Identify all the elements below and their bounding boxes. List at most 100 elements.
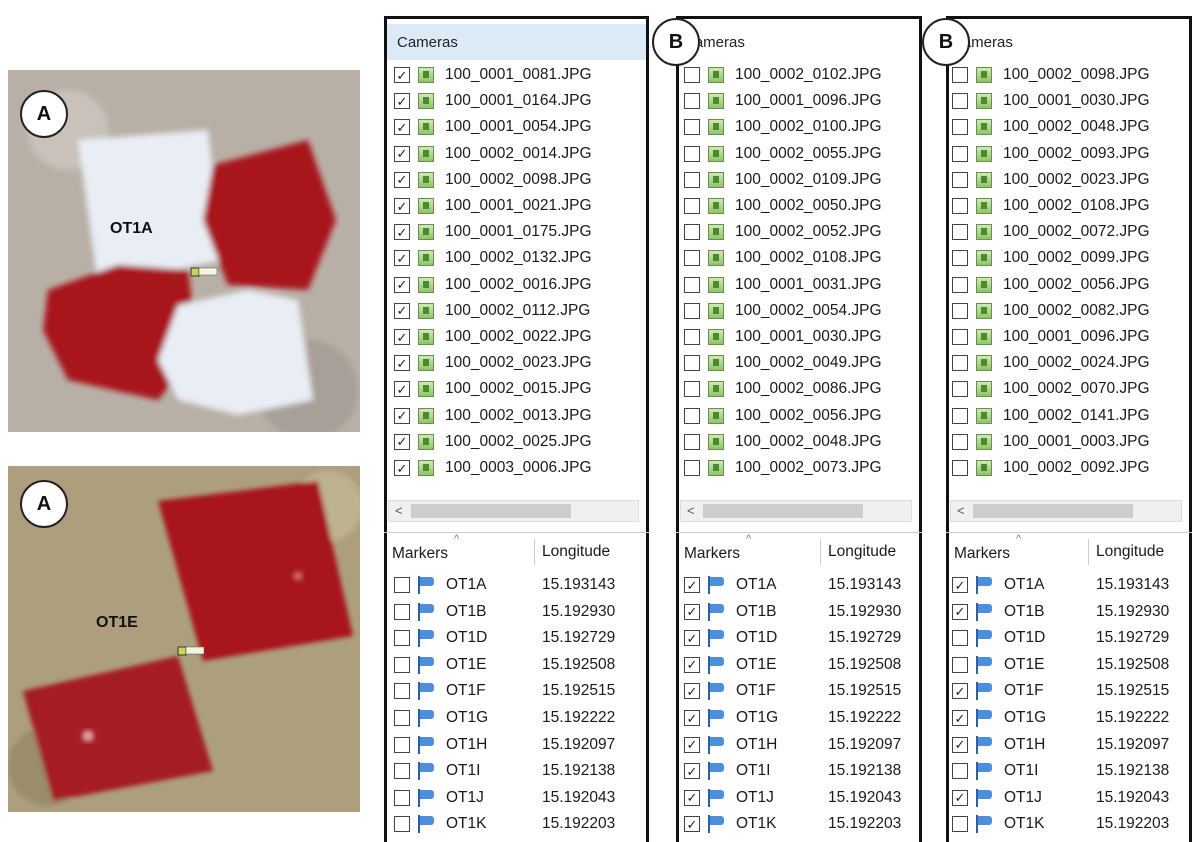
camera-row[interactable]: ✓ 100_0002_0013.JPG	[384, 403, 649, 429]
marker-row[interactable]: OT1J 15.192043	[384, 785, 649, 811]
camera-checkbox[interactable]	[684, 119, 700, 136]
camera-checkbox[interactable]: ✓	[394, 302, 410, 319]
camera-row[interactable]: ✓ 100_0001_0021.JPG	[384, 193, 649, 219]
marker-checkbox[interactable]: ✓	[684, 603, 700, 620]
camera-row[interactable]: 100_0002_0102.JPG	[676, 62, 922, 88]
camera-row[interactable]: 100_0001_0031.JPG	[676, 272, 922, 298]
marker-checkbox[interactable]	[394, 763, 410, 780]
camera-row[interactable]: 100_0002_0056.JPG	[946, 272, 1192, 298]
camera-checkbox[interactable]	[952, 93, 968, 110]
camera-row[interactable]: 100_0001_0030.JPG	[946, 88, 1192, 114]
camera-checkbox[interactable]: ✓	[394, 381, 410, 398]
camera-checkbox[interactable]	[952, 276, 968, 293]
marker-row[interactable]: ✓ OT1B 15.192930	[676, 599, 922, 625]
camera-row[interactable]: ✓ 100_0001_0081.JPG	[384, 62, 649, 88]
camera-checkbox[interactable]: ✓	[394, 433, 410, 450]
camera-row[interactable]: 100_0002_0092.JPG	[946, 455, 1192, 481]
marker-checkbox[interactable]	[394, 656, 410, 673]
camera-row[interactable]: ✓ 100_0001_0054.JPG	[384, 114, 649, 140]
camera-row[interactable]: ✓ 100_0001_0175.JPG	[384, 219, 649, 245]
marker-row[interactable]: ✓ OT1F 15.192515	[676, 678, 922, 704]
camera-row[interactable]: ✓ 100_0002_0098.JPG	[384, 167, 649, 193]
marker-row[interactable]: OT1G 15.192222	[384, 705, 649, 731]
camera-row[interactable]: ✓ 100_0002_0023.JPG	[384, 350, 649, 376]
camera-checkbox[interactable]	[684, 93, 700, 110]
camera-row[interactable]: 100_0001_0030.JPG	[676, 324, 922, 350]
camera-row[interactable]: 100_0001_0096.JPG	[946, 324, 1192, 350]
camera-checkbox[interactable]	[952, 407, 968, 424]
marker-checkbox[interactable]: ✓	[952, 789, 968, 806]
marker-checkbox[interactable]	[394, 816, 410, 833]
camera-checkbox[interactable]: ✓	[394, 145, 410, 162]
marker-checkbox[interactable]	[952, 816, 968, 833]
marker-row[interactable]: ✓ OT1I 15.192138	[676, 758, 922, 784]
camera-row[interactable]: 100_0002_0070.JPG	[946, 376, 1192, 402]
scrollbar-thumb[interactable]	[411, 504, 571, 518]
camera-checkbox[interactable]	[684, 145, 700, 162]
scroll-left-icon[interactable]: <	[395, 503, 403, 518]
marker-checkbox[interactable]: ✓	[684, 789, 700, 806]
camera-row[interactable]: ✓ 100_0002_0132.JPG	[384, 245, 649, 271]
camera-row[interactable]: 100_0002_0082.JPG	[946, 298, 1192, 324]
scrollbar-thumb[interactable]	[973, 504, 1133, 518]
marker-checkbox[interactable]: ✓	[684, 656, 700, 673]
camera-row[interactable]: 100_0002_0141.JPG	[946, 403, 1192, 429]
camera-checkbox[interactable]	[952, 224, 968, 241]
marker-checkbox[interactable]	[952, 763, 968, 780]
camera-row[interactable]: 100_0002_0056.JPG	[676, 403, 922, 429]
marker-row[interactable]: ✓ OT1E 15.192508	[676, 652, 922, 678]
marker-row[interactable]: ✓ OT1A 15.193143	[946, 572, 1192, 598]
marker-row[interactable]: OT1D 15.192729	[946, 625, 1192, 651]
camera-row[interactable]: 100_0002_0086.JPG	[676, 376, 922, 402]
camera-row[interactable]: 100_0002_0098.JPG	[946, 62, 1192, 88]
camera-checkbox[interactable]: ✓	[394, 67, 410, 83]
camera-row[interactable]: ✓ 100_0002_0025.JPG	[384, 429, 649, 455]
marker-row[interactable]: OT1E 15.192508	[384, 652, 649, 678]
camera-checkbox[interactable]	[684, 329, 700, 345]
column-divider[interactable]	[534, 539, 535, 565]
marker-row[interactable]: ✓ OT1H 15.192097	[676, 732, 922, 758]
camera-checkbox[interactable]	[684, 198, 700, 214]
camera-checkbox[interactable]: ✓	[394, 250, 410, 267]
marker-checkbox[interactable]: ✓	[952, 710, 968, 726]
camera-row[interactable]: 100_0002_0055.JPG	[676, 141, 922, 167]
marker-row[interactable]: ✓ OT1J 15.192043	[946, 785, 1192, 811]
camera-checkbox[interactable]: ✓	[394, 355, 410, 372]
scrollbar-thumb[interactable]	[703, 504, 863, 518]
marker-row[interactable]: OT1I 15.192138	[384, 758, 649, 784]
marker-checkbox[interactable]: ✓	[684, 683, 700, 700]
horizontal-scrollbar[interactable]: <	[950, 500, 1182, 522]
camera-checkbox[interactable]	[684, 381, 700, 398]
marker-checkbox[interactable]: ✓	[952, 603, 968, 620]
marker-row[interactable]: ✓ OT1H 15.192097	[946, 732, 1192, 758]
camera-checkbox[interactable]: ✓	[394, 407, 410, 424]
camera-row[interactable]: 100_0002_0050.JPG	[676, 193, 922, 219]
horizontal-scrollbar[interactable]: <	[680, 500, 912, 522]
markers-column-header[interactable]: Markers	[954, 545, 1010, 563]
scroll-left-icon[interactable]: <	[957, 503, 965, 518]
marker-row[interactable]: OT1D 15.192729	[384, 625, 649, 651]
marker-row[interactable]: ✓ OT1D 15.192729	[676, 625, 922, 651]
camera-row[interactable]: 100_0002_0093.JPG	[946, 141, 1192, 167]
camera-checkbox[interactable]: ✓	[394, 171, 410, 188]
camera-row[interactable]: ✓ 100_0002_0112.JPG	[384, 298, 649, 324]
camera-checkbox[interactable]	[684, 460, 700, 476]
marker-row[interactable]: OT1H 15.192097	[384, 732, 649, 758]
marker-checkbox[interactable]: ✓	[952, 577, 968, 593]
marker-row[interactable]: OT1K 15.192203	[384, 811, 649, 837]
cameras-header[interactable]: Cameras	[387, 24, 646, 60]
camera-row[interactable]: ✓ 100_0002_0015.JPG	[384, 376, 649, 402]
marker-row[interactable]: OT1E 15.192508	[946, 652, 1192, 678]
marker-checkbox[interactable]	[952, 630, 968, 647]
camera-checkbox[interactable]	[684, 67, 700, 83]
camera-checkbox[interactable]	[952, 171, 968, 188]
marker-row[interactable]: ✓ OT1G 15.192222	[946, 705, 1192, 731]
marker-checkbox[interactable]	[394, 789, 410, 806]
column-divider[interactable]	[820, 539, 821, 565]
camera-row[interactable]: 100_0002_0049.JPG	[676, 350, 922, 376]
camera-checkbox[interactable]	[952, 329, 968, 345]
camera-row[interactable]: 100_0002_0073.JPG	[676, 455, 922, 481]
cameras-header[interactable]: Cameras	[676, 24, 922, 60]
camera-row[interactable]: 100_0002_0024.JPG	[946, 350, 1192, 376]
column-divider[interactable]	[1088, 539, 1089, 565]
